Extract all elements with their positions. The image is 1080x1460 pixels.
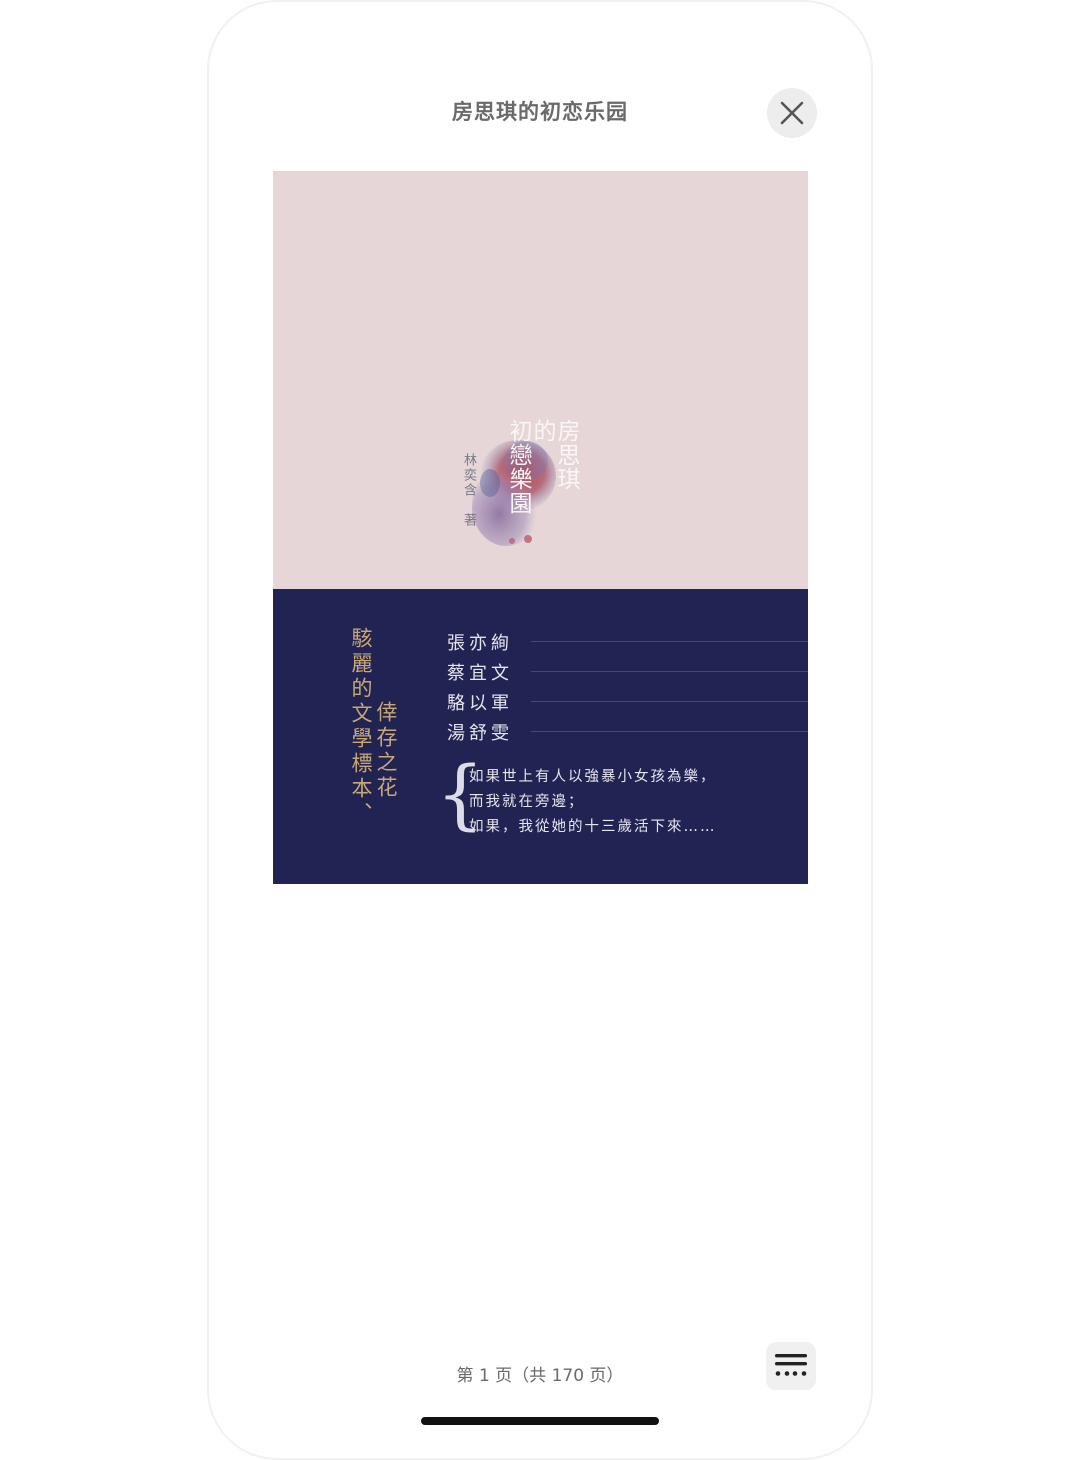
close-button[interactable]	[767, 88, 817, 138]
cover-author: 林奕含 著	[461, 453, 476, 528]
cover-quote-line-2: 而我就在旁邊；	[469, 794, 585, 810]
home-indicator[interactable]	[421, 1417, 659, 1425]
recommender-4: 湯舒雯	[447, 723, 513, 744]
table-of-contents-button[interactable]	[766, 1342, 816, 1390]
recommender-line	[531, 701, 808, 702]
menu-list-icon	[775, 1354, 807, 1376]
cover-quote-line-3: 如果，我從她的十三歲活下來……	[469, 819, 717, 835]
recommender-3: 駱以軍	[447, 693, 513, 714]
cover-tagline-1: 駭麗的文學標本、	[349, 627, 373, 827]
cover-tagline-2: 倖存之花	[374, 701, 398, 801]
page-indicator: 第 1 页（共 170 页）	[456, 1366, 624, 1386]
cover-title-line-2: 的	[529, 419, 555, 443]
recommender-line	[531, 641, 808, 642]
cover-title-line-3: 初戀樂園	[505, 419, 531, 515]
book-title-header: 房思琪的初恋乐园	[452, 100, 628, 124]
cover-quote-line-1: 如果世上有人以強暴小女孩為樂，	[469, 769, 717, 785]
recommender-1: 張亦絢	[447, 633, 513, 654]
cover-title-line-1: 房思琪	[553, 419, 579, 491]
book-cover-page[interactable]: 房思琪 的 初戀樂園 林奕含 著 駭麗的文學標本、 倖存之花 張亦絢 蔡宜文 駱…	[273, 171, 808, 884]
close-icon	[780, 101, 804, 125]
recommender-line	[531, 731, 808, 732]
recommender-2: 蔡宜文	[447, 663, 513, 684]
recommender-line	[531, 671, 808, 672]
